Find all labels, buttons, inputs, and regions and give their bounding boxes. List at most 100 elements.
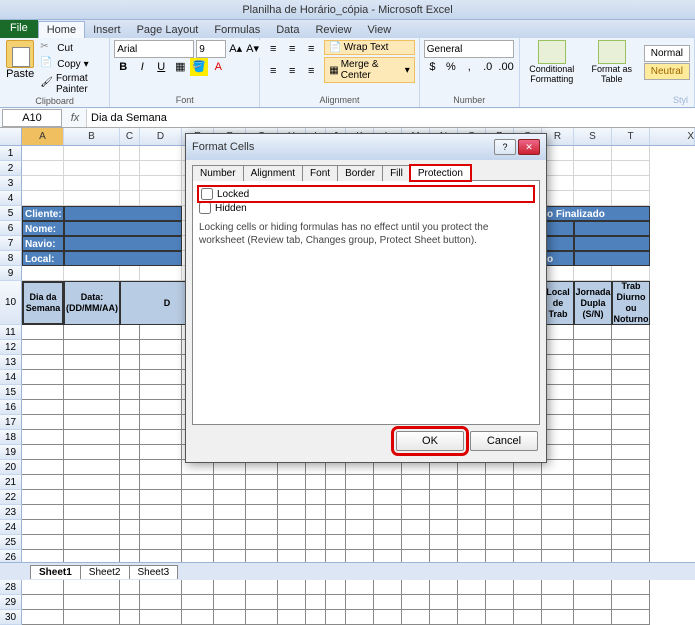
cell[interactable] bbox=[22, 430, 64, 445]
cell[interactable] bbox=[64, 595, 120, 610]
cell[interactable] bbox=[346, 610, 374, 625]
cell[interactable] bbox=[574, 266, 612, 281]
cell[interactable] bbox=[574, 580, 612, 595]
cell[interactable] bbox=[120, 325, 140, 340]
cell[interactable] bbox=[64, 460, 120, 475]
row-header[interactable]: 25 bbox=[0, 535, 22, 550]
cell[interactable] bbox=[140, 430, 182, 445]
cell[interactable] bbox=[430, 475, 458, 490]
row-header[interactable]: 19 bbox=[0, 445, 22, 460]
cell[interactable] bbox=[612, 191, 650, 206]
cell[interactable] bbox=[140, 595, 182, 610]
cell[interactable] bbox=[64, 355, 120, 370]
cancel-button[interactable]: Cancel bbox=[470, 431, 538, 451]
cell[interactable]: Local: bbox=[22, 251, 64, 266]
cell[interactable] bbox=[120, 400, 140, 415]
cell[interactable] bbox=[326, 580, 346, 595]
cell[interactable] bbox=[574, 400, 612, 415]
cell[interactable] bbox=[22, 340, 64, 355]
row-header[interactable]: 28 bbox=[0, 580, 22, 595]
cell[interactable] bbox=[514, 490, 542, 505]
cell[interactable] bbox=[64, 161, 120, 176]
cell[interactable] bbox=[402, 535, 430, 550]
format-painter-button[interactable]: 🖌Format Painter bbox=[38, 72, 105, 96]
cell[interactable] bbox=[612, 505, 650, 520]
cell[interactable] bbox=[326, 505, 346, 520]
align-left-button[interactable]: ≡ bbox=[264, 62, 282, 80]
cell[interactable] bbox=[64, 325, 120, 340]
row-header[interactable]: 30 bbox=[0, 610, 22, 625]
font-name-select[interactable] bbox=[114, 40, 194, 58]
cell[interactable] bbox=[574, 236, 650, 251]
cell[interactable] bbox=[22, 610, 64, 625]
cell[interactable] bbox=[182, 610, 214, 625]
row-header[interactable]: 16 bbox=[0, 400, 22, 415]
col-C[interactable]: C bbox=[120, 128, 140, 145]
cell[interactable] bbox=[120, 370, 140, 385]
cell[interactable] bbox=[182, 490, 214, 505]
cell[interactable] bbox=[346, 580, 374, 595]
cell[interactable] bbox=[612, 325, 650, 340]
format-as-table-button[interactable]: Format as Table bbox=[584, 40, 640, 84]
cell[interactable] bbox=[574, 340, 612, 355]
cell[interactable] bbox=[326, 520, 346, 535]
cell[interactable]: Dia da Semana bbox=[22, 281, 64, 325]
merge-center-button[interactable]: ▦ Merge & Center ▾ bbox=[324, 57, 414, 83]
cell[interactable] bbox=[574, 325, 612, 340]
cell[interactable] bbox=[120, 340, 140, 355]
cell[interactable]: Cliente: bbox=[22, 206, 64, 221]
cell[interactable] bbox=[374, 610, 402, 625]
cell[interactable] bbox=[574, 415, 612, 430]
row-header[interactable]: 1 bbox=[0, 146, 22, 161]
row-header[interactable]: 10 bbox=[0, 281, 22, 325]
cell[interactable] bbox=[120, 610, 140, 625]
cell[interactable] bbox=[64, 370, 120, 385]
cell[interactable] bbox=[182, 475, 214, 490]
cell[interactable] bbox=[120, 520, 140, 535]
row-header[interactable]: 13 bbox=[0, 355, 22, 370]
row-header[interactable]: 21 bbox=[0, 475, 22, 490]
row-header[interactable]: 18 bbox=[0, 430, 22, 445]
row-header[interactable]: 14 bbox=[0, 370, 22, 385]
cell[interactable] bbox=[182, 520, 214, 535]
comma-button[interactable]: , bbox=[461, 58, 478, 76]
cell[interactable] bbox=[574, 176, 612, 191]
cell[interactable] bbox=[278, 505, 306, 520]
cell[interactable] bbox=[574, 355, 612, 370]
cell[interactable] bbox=[278, 475, 306, 490]
paste-button[interactable]: Paste bbox=[4, 40, 36, 96]
cell[interactable] bbox=[214, 505, 246, 520]
cell[interactable] bbox=[486, 520, 514, 535]
cell[interactable] bbox=[140, 535, 182, 550]
cell[interactable] bbox=[120, 505, 140, 520]
cell[interactable] bbox=[140, 490, 182, 505]
cell[interactable] bbox=[120, 535, 140, 550]
select-all-corner[interactable] bbox=[0, 128, 22, 145]
cell[interactable] bbox=[612, 595, 650, 610]
cell[interactable]: Nome: bbox=[22, 221, 64, 236]
cell[interactable] bbox=[612, 475, 650, 490]
cell[interactable] bbox=[612, 355, 650, 370]
tab-page-layout[interactable]: Page Layout bbox=[129, 22, 207, 38]
cell[interactable] bbox=[514, 505, 542, 520]
cell[interactable] bbox=[140, 445, 182, 460]
align-bottom-button[interactable]: ≡ bbox=[302, 40, 320, 58]
row-header[interactable]: 15 bbox=[0, 385, 22, 400]
align-right-button[interactable]: ≡ bbox=[302, 62, 320, 80]
cell[interactable] bbox=[542, 490, 574, 505]
cell[interactable] bbox=[306, 505, 326, 520]
cell[interactable] bbox=[574, 475, 612, 490]
cell[interactable] bbox=[486, 475, 514, 490]
cell[interactable] bbox=[542, 475, 574, 490]
row-header[interactable]: 9 bbox=[0, 266, 22, 281]
cell[interactable] bbox=[182, 595, 214, 610]
wrap-text-button[interactable]: 📄 Wrap Text bbox=[324, 40, 414, 55]
dlg-tab-border[interactable]: Border bbox=[337, 165, 383, 181]
cell[interactable] bbox=[346, 595, 374, 610]
cell[interactable]: Navio: bbox=[22, 236, 64, 251]
cell[interactable] bbox=[64, 490, 120, 505]
cell[interactable] bbox=[120, 385, 140, 400]
cell[interactable] bbox=[458, 610, 486, 625]
cell[interactable] bbox=[140, 460, 182, 475]
decrease-decimal-button[interactable]: .00 bbox=[497, 58, 514, 76]
